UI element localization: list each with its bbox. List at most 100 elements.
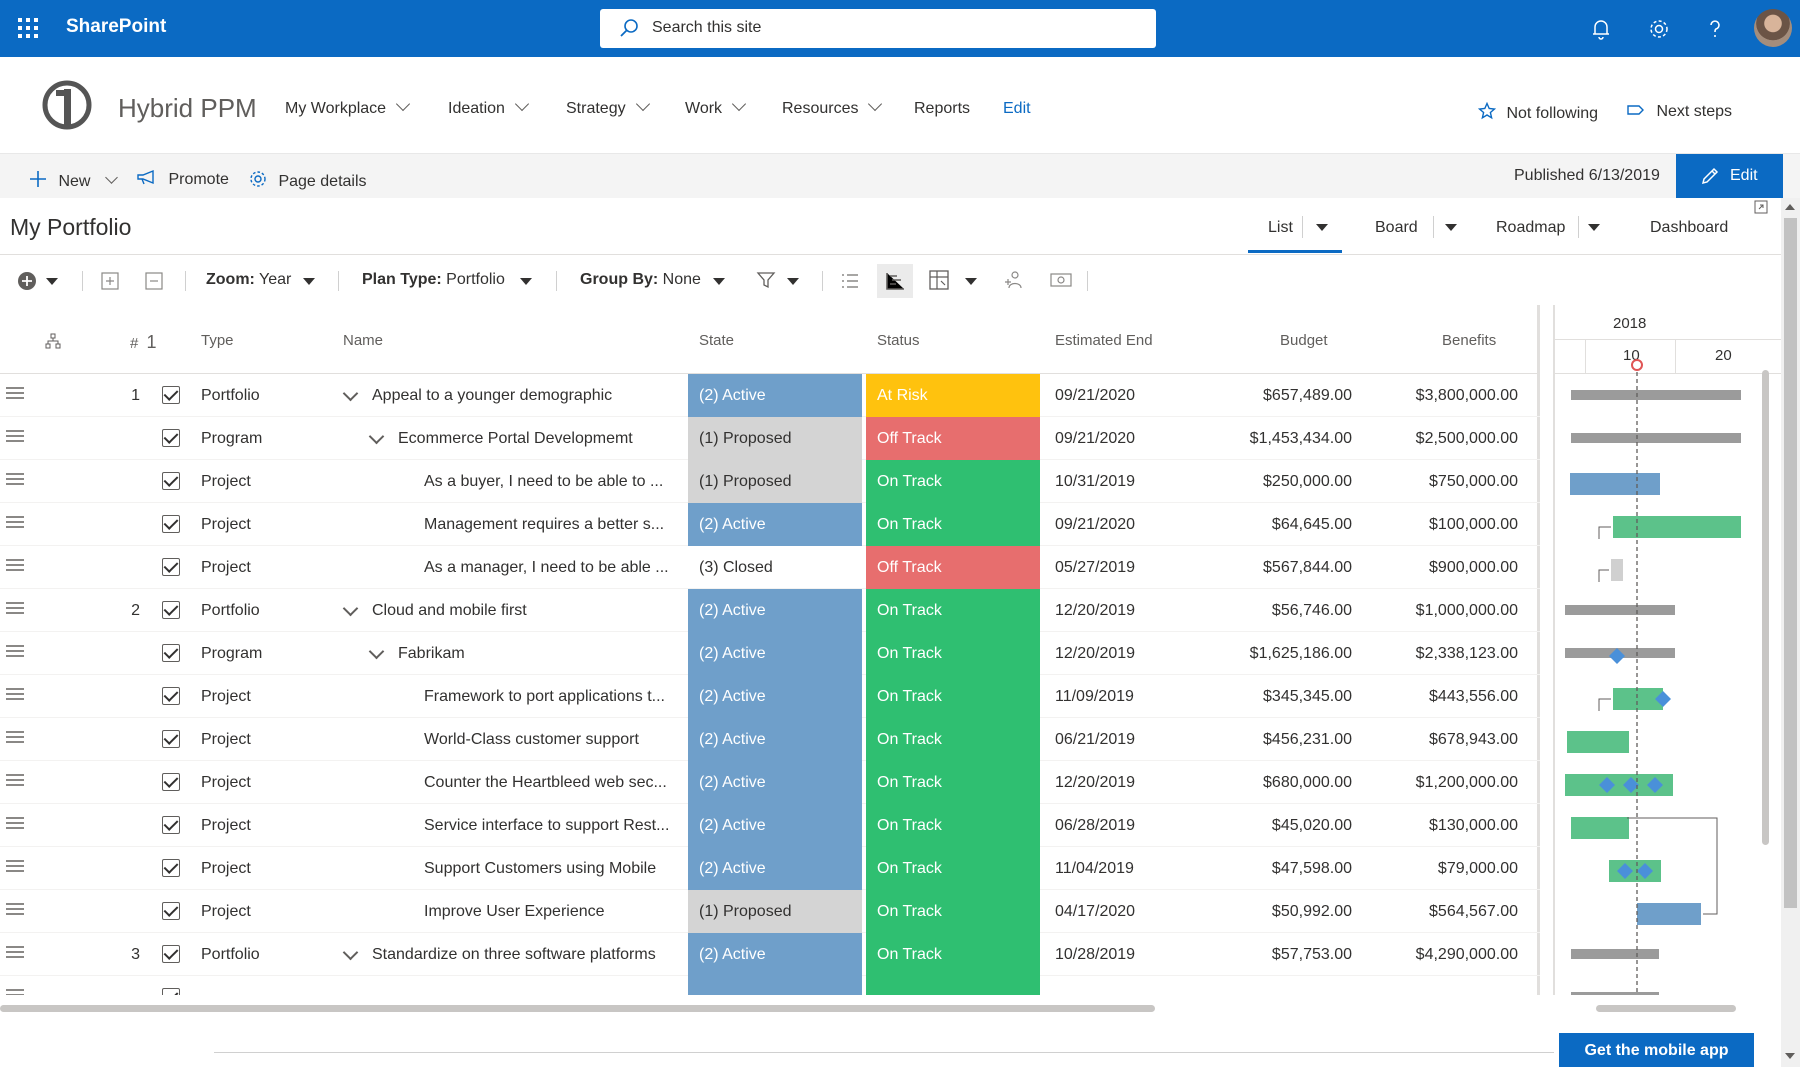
- gantt-bar[interactable]: [1571, 433, 1741, 443]
- filter-icon[interactable]: [756, 270, 776, 290]
- hierarchy-icon[interactable]: [45, 333, 61, 349]
- get-mobile-app-button[interactable]: Get the mobile app: [1559, 1033, 1754, 1067]
- view-tab-roadmap[interactable]: Roadmap: [1496, 219, 1565, 237]
- col-header-state[interactable]: State: [699, 332, 734, 349]
- drag-handle-icon[interactable]: [6, 774, 24, 790]
- chevron-down-icon[interactable]: [342, 385, 359, 402]
- nav-edit-link[interactable]: Edit: [1003, 100, 1031, 118]
- row-checkbox[interactable]: [162, 773, 180, 791]
- row-name-link[interactable]: Fabrikam: [398, 632, 680, 675]
- sharepoint-brand[interactable]: SharePoint: [66, 16, 166, 38]
- row-name-link[interactable]: Ecommerce Portal Developmemt: [398, 417, 680, 460]
- row-checkbox[interactable]: [162, 859, 180, 877]
- help-icon[interactable]: [1700, 14, 1730, 44]
- site-logo[interactable]: [40, 77, 94, 133]
- row-name-link[interactable]: Management requires a better s...: [424, 503, 680, 546]
- row-name-link[interactable]: Improve User Experience: [424, 890, 680, 933]
- row-checkbox[interactable]: [162, 816, 180, 834]
- table-row[interactable]: Project As a manager, I need to be able .…: [0, 546, 1540, 589]
- layout-dropdown-icon[interactable]: [965, 278, 977, 285]
- site-title[interactable]: Hybrid PPM: [118, 93, 257, 124]
- col-header-type[interactable]: Type: [201, 332, 234, 349]
- table-row[interactable]: Project Counter the Heartbleed web sec...…: [0, 761, 1540, 804]
- drag-handle-icon[interactable]: [6, 430, 24, 446]
- page-scroll-thumb[interactable]: [1784, 218, 1797, 908]
- drag-handle-icon[interactable]: [6, 559, 24, 575]
- page-vertical-scrollbar[interactable]: [1781, 198, 1800, 1067]
- user-avatar[interactable]: [1754, 9, 1792, 47]
- table-row[interactable]: Project Framework to port applications t.…: [0, 675, 1540, 718]
- table-row-partial[interactable]: [0, 976, 1540, 995]
- gantt-bar[interactable]: [1613, 516, 1741, 538]
- view-tab-board[interactable]: Board: [1375, 219, 1418, 237]
- drag-handle-icon[interactable]: [6, 602, 24, 618]
- row-checkbox[interactable]: [162, 601, 180, 619]
- gantt-bar[interactable]: [1609, 860, 1661, 882]
- drag-handle-icon[interactable]: [6, 817, 24, 833]
- grid-horizontal-scrollbar[interactable]: [0, 1005, 1155, 1012]
- row-name-link[interactable]: Appeal to a younger demographic: [372, 374, 680, 417]
- table-row[interactable]: 2 Portfolio Cloud and mobile first (2) Acti…: [0, 589, 1540, 632]
- plan-type-dropdown-icon[interactable]: [520, 278, 532, 285]
- roadmap-dropdown-icon[interactable]: [1588, 224, 1600, 231]
- plan-type-dropdown[interactable]: Plan Type: Portfolio: [362, 271, 505, 289]
- drag-handle-icon[interactable]: [6, 731, 24, 747]
- view-tab-dashboard[interactable]: Dashboard: [1650, 219, 1728, 237]
- row-name-link[interactable]: Support Customers using Mobile: [424, 847, 680, 890]
- drag-handle-icon[interactable]: [6, 989, 24, 995]
- row-name-link[interactable]: As a buyer, I need to be able to ...: [424, 460, 680, 503]
- chevron-down-icon[interactable]: [342, 944, 359, 961]
- gantt-horizontal-scrollbar[interactable]: [1596, 1005, 1736, 1012]
- table-row[interactable]: Project As a buyer, I need to be able to …: [0, 460, 1540, 503]
- view-tab-list[interactable]: List: [1268, 219, 1293, 237]
- page-details-button[interactable]: Page details: [248, 166, 367, 191]
- gantt-bar[interactable]: [1571, 817, 1629, 839]
- chevron-down-icon[interactable]: [368, 428, 385, 445]
- gantt-bar[interactable]: [1571, 949, 1659, 959]
- scroll-down-arrow-icon[interactable]: [1785, 1053, 1795, 1059]
- table-row[interactable]: 1 Portfolio Appeal to a younger demographi…: [0, 374, 1540, 417]
- new-button[interactable]: New: [28, 166, 118, 191]
- settings-gear-icon[interactable]: [1644, 14, 1674, 44]
- row-checkbox[interactable]: [162, 472, 180, 490]
- drag-handle-icon[interactable]: [6, 387, 24, 403]
- resources-icon[interactable]: [1003, 270, 1023, 290]
- table-row[interactable]: Project Management requires a better s...…: [0, 503, 1540, 546]
- expand-icon[interactable]: [1754, 200, 1768, 214]
- chevron-down-icon[interactable]: [368, 643, 385, 660]
- table-row[interactable]: Project Improve User Experience (1) Propos…: [0, 890, 1540, 933]
- table-row[interactable]: Project Service interface to support Rest…: [0, 804, 1540, 847]
- col-header-budget[interactable]: Budget: [1280, 332, 1328, 349]
- scroll-up-arrow-icon[interactable]: [1785, 204, 1795, 210]
- gantt-bar[interactable]: [1570, 473, 1660, 495]
- nav-my-workplace[interactable]: My Workplace: [285, 96, 411, 118]
- row-checkbox[interactable]: [162, 386, 180, 404]
- drag-handle-icon[interactable]: [6, 860, 24, 876]
- row-name-link[interactable]: Service interface to support Rest...: [424, 804, 680, 847]
- row-name-link[interactable]: Counter the Heartbleed web sec...: [424, 761, 680, 804]
- search-box[interactable]: Search this site: [600, 9, 1156, 48]
- row-checkbox[interactable]: [162, 687, 180, 705]
- add-circle-icon[interactable]: [17, 271, 37, 291]
- col-header-name[interactable]: Name: [343, 332, 383, 349]
- table-row[interactable]: 3 Portfolio Standardize on three software …: [0, 933, 1540, 976]
- edit-page-button[interactable]: Edit: [1676, 154, 1783, 198]
- col-header-benefits[interactable]: Benefits: [1442, 332, 1496, 349]
- table-row[interactable]: Program Fabrikam (2) Active On Track 12/20/2…: [0, 632, 1540, 675]
- expand-all-icon[interactable]: [101, 272, 119, 290]
- row-checkbox[interactable]: [162, 730, 180, 748]
- nav-work[interactable]: Work: [685, 96, 747, 118]
- drag-handle-icon[interactable]: [6, 473, 24, 489]
- row-name-link[interactable]: Cloud and mobile first: [372, 589, 680, 632]
- list-dropdown-icon[interactable]: [1316, 224, 1328, 231]
- zoom-dropdown[interactable]: Zoom: Year: [206, 271, 291, 289]
- nav-reports[interactable]: Reports: [914, 100, 970, 118]
- promote-button[interactable]: Promote: [136, 166, 229, 189]
- row-checkbox[interactable]: [162, 902, 180, 920]
- board-dropdown-icon[interactable]: [1445, 224, 1457, 231]
- col-header-number[interactable]: # 1: [130, 332, 157, 353]
- row-name-link[interactable]: As a manager, I need to be able ...: [424, 546, 680, 589]
- chevron-down-icon[interactable]: [342, 600, 359, 617]
- gantt-vertical-scrollbar[interactable]: [1762, 370, 1769, 845]
- drag-handle-icon[interactable]: [6, 645, 24, 661]
